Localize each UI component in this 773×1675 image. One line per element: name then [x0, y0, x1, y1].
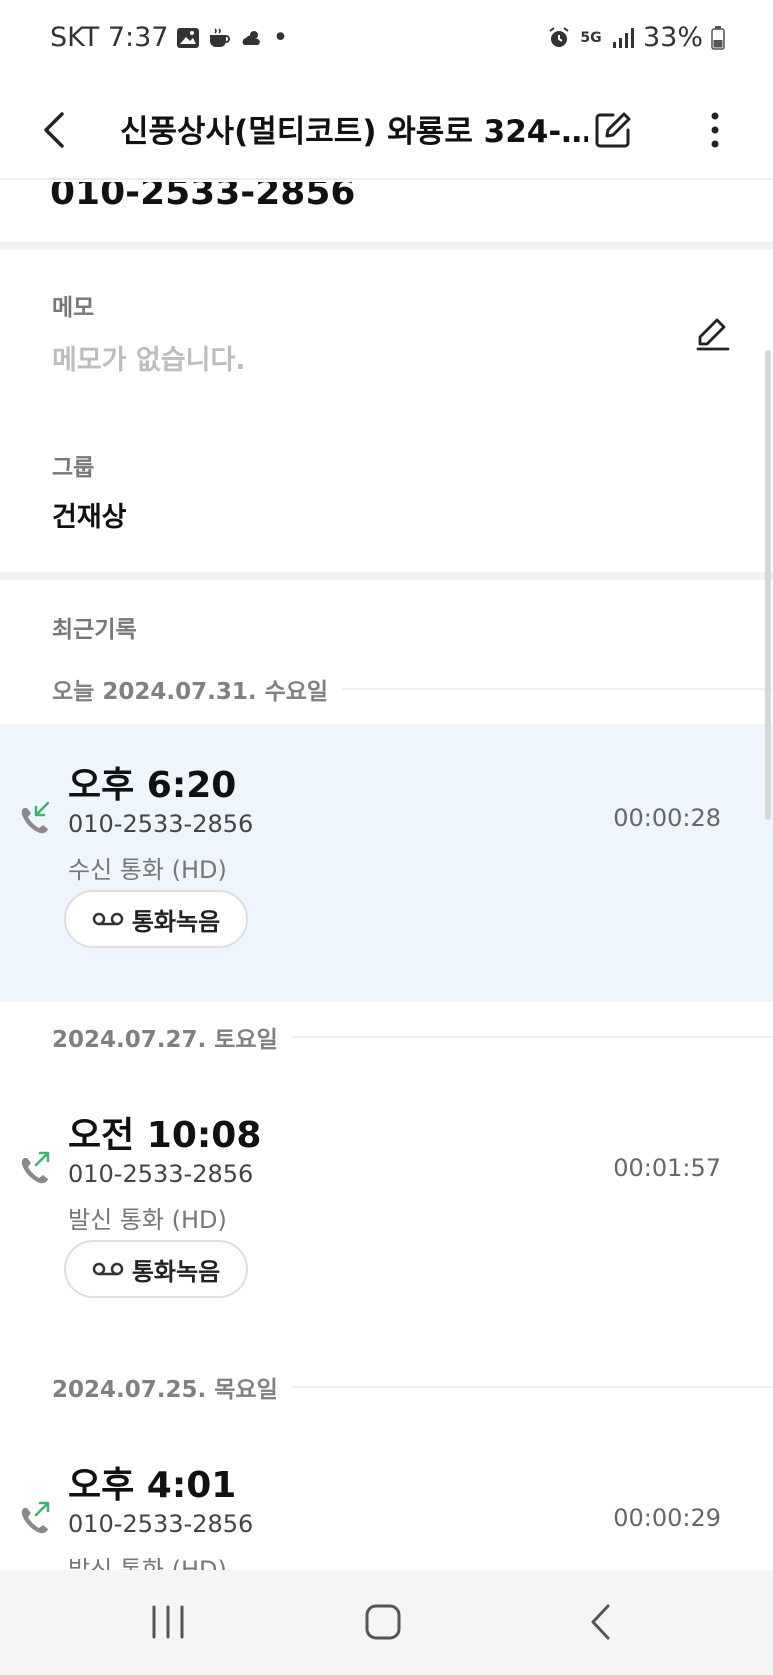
chevron-left-icon	[44, 112, 64, 148]
call-type: 수신 통화 (HD)	[68, 856, 227, 884]
date-header: 2024.07.25. 목요일	[52, 1370, 773, 1404]
pencil-icon	[696, 318, 730, 351]
date-label: 오늘 2024.07.31. 수요일	[52, 679, 329, 705]
cafe-icon	[210, 27, 231, 47]
more-vertical-icon	[711, 112, 719, 148]
call-log-item[interactable]: 오후 6:20 010-2533-2856 수신 통화 (HD) 00:00:2…	[0, 724, 773, 1002]
divider	[342, 688, 773, 690]
date-label: 2024.07.27. 토요일	[52, 1027, 278, 1053]
date-label: 2024.07.25. 목요일	[52, 1377, 278, 1403]
battery-icon	[711, 25, 725, 50]
notification-dot: •	[272, 22, 289, 53]
edit-icon	[595, 112, 631, 148]
call-recording-button[interactable]: 통화녹음	[64, 890, 248, 948]
call-type: 발신 통화 (HD)	[68, 1206, 227, 1234]
call-number: 010-2533-2856	[68, 1510, 254, 1538]
call-time: 오전 10:08	[68, 1115, 262, 1156]
status-bar: SKT 7:37 • 5G 33%	[0, 0, 773, 80]
divider	[291, 1386, 773, 1388]
recent-apps-button[interactable]	[128, 1590, 208, 1654]
outgoing-call-icon	[21, 1501, 50, 1534]
recent-records: 최근기록 오늘 2024.07.31. 수요일 오후 6:20 010-2533…	[0, 580, 773, 1570]
call-duration: 00:00:29	[613, 1504, 721, 1532]
status-right: 5G 33%	[547, 22, 725, 53]
group-label: 그룹	[52, 455, 95, 481]
call-time: 오후 4:01	[68, 1465, 237, 1506]
call-number: 010-2533-2856	[68, 810, 254, 838]
network-label: 5G	[580, 29, 602, 46]
recording-label: 통화녹음	[131, 907, 221, 936]
date-header: 2024.07.27. 토요일	[52, 1020, 773, 1054]
app-bar: 신풍상사(멀티코트) 와룡로 324-…	[0, 80, 773, 180]
call-duration: 00:00:28	[613, 804, 721, 832]
call-recording-button[interactable]: 통화녹음	[64, 1240, 248, 1298]
alarm-icon	[549, 26, 569, 47]
home-button[interactable]	[343, 1590, 423, 1654]
system-back-button[interactable]	[560, 1590, 640, 1654]
back-button[interactable]	[28, 98, 80, 162]
info-section: 메모 메모가 없습니다. 그룹 건재상	[0, 250, 773, 572]
outgoing-call-icon	[21, 1151, 50, 1184]
recent-apps-icon	[152, 1605, 184, 1639]
call-time: 오후 6:20	[68, 765, 237, 806]
divider	[291, 1036, 773, 1038]
voicemail-icon	[92, 1262, 124, 1276]
status-left: SKT 7:37 •	[50, 22, 288, 53]
page-title: 신풍상사(멀티코트) 와룡로 324-…	[120, 114, 588, 150]
back-icon	[591, 1604, 610, 1640]
voicemail-icon	[92, 912, 124, 926]
call-log-item[interactable]: 오후 4:01 010-2533-2856 발신 통화 (HD) 00:00:2…	[0, 1424, 773, 1570]
call-type: 발신 통화 (HD)	[68, 1556, 227, 1570]
navigation-bar	[0, 1570, 773, 1675]
recording-label: 통화녹음	[131, 1257, 221, 1286]
contact-phone-number[interactable]: 010-2533-2856	[50, 182, 355, 213]
recent-title: 최근기록	[52, 617, 137, 643]
section-divider	[0, 242, 773, 250]
section-divider	[0, 572, 773, 580]
memo-label: 메모	[52, 295, 95, 321]
weather-icon	[243, 30, 261, 45]
memo-edit-button[interactable]	[690, 310, 736, 356]
call-duration: 00:01:57	[613, 1154, 721, 1182]
phone-section: 010-2533-2856	[0, 182, 773, 242]
battery-percent: 33%	[642, 22, 703, 53]
carrier-time: SKT 7:37	[50, 22, 169, 53]
home-icon	[365, 1604, 401, 1640]
edit-contact-button[interactable]	[588, 100, 638, 160]
group-value: 건재상	[52, 502, 127, 533]
call-number: 010-2533-2856	[68, 1160, 254, 1188]
signal-icon	[612, 27, 634, 48]
more-options-button[interactable]	[690, 100, 740, 160]
call-log-item[interactable]: 오전 10:08 010-2533-2856 발신 통화 (HD) 00:01:…	[0, 1074, 773, 1352]
gallery-icon	[177, 27, 200, 48]
memo-value: 메모가 없습니다.	[52, 345, 246, 376]
scrollbar[interactable]	[765, 350, 771, 820]
date-header: 오늘 2024.07.31. 수요일	[52, 672, 773, 706]
incoming-call-icon	[21, 801, 50, 834]
